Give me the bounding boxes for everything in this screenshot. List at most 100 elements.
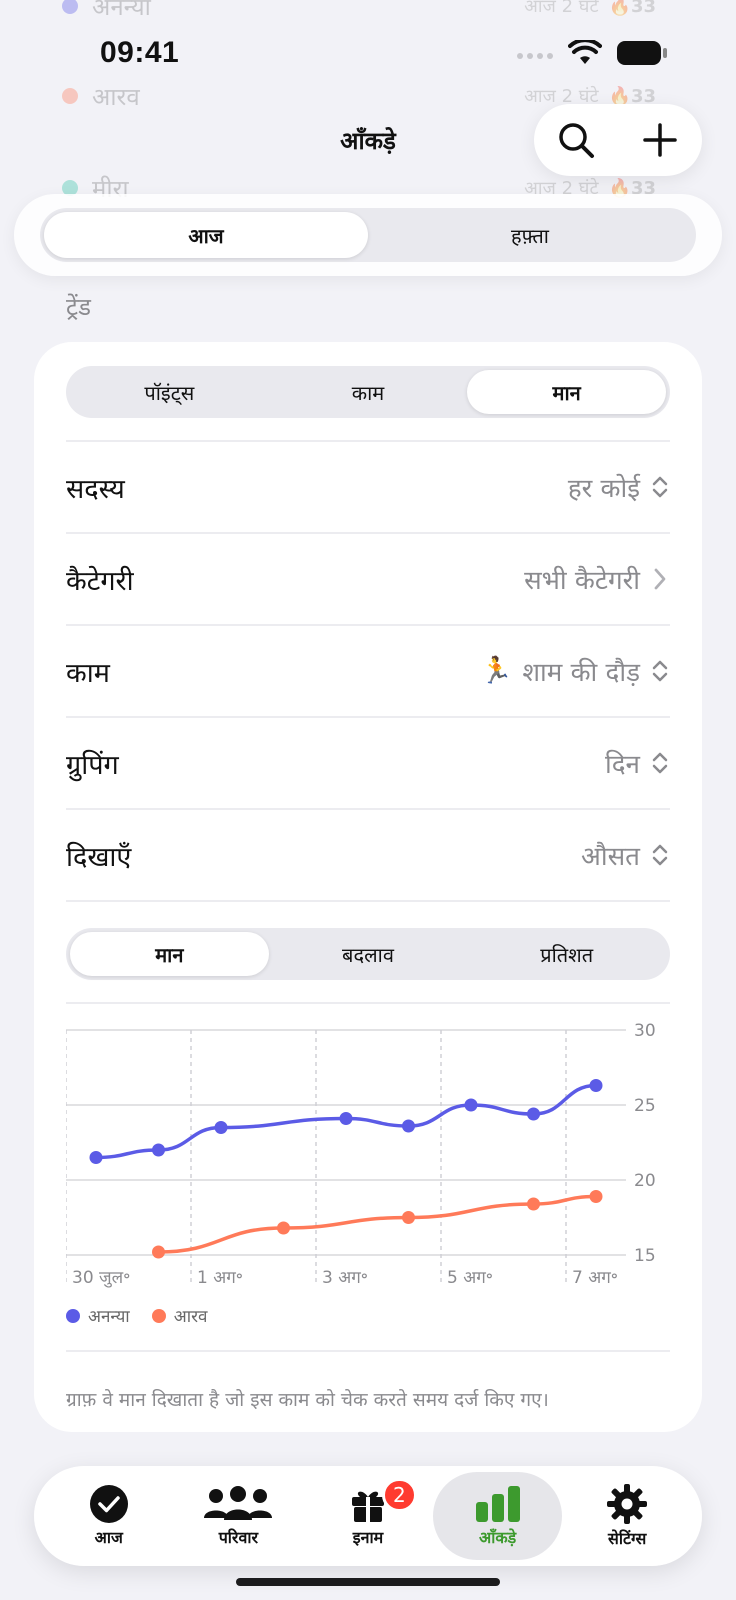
data-point: [402, 1211, 415, 1224]
tab-rewards[interactable]: इनाम 2: [303, 1472, 433, 1560]
legend-label: आरव: [173, 1307, 208, 1327]
legend-item: आरव: [151, 1304, 208, 1327]
divider: [66, 1350, 670, 1352]
x-tick-label: 3 अग॰: [322, 1268, 368, 1288]
period-tab-week[interactable]: हफ़्ता: [368, 212, 692, 258]
data-point: [402, 1119, 415, 1133]
y-tick-label: 15: [634, 1246, 656, 1266]
status-icons: [516, 40, 668, 66]
chart-footnote: ग्राफ़ वे मान दिखाता है जो इस काम को चेक…: [66, 1389, 549, 1411]
filter-row-category[interactable]: कैटेगरी सभी कैटेगरी: [66, 534, 670, 626]
legend-label: अनन्या: [88, 1307, 130, 1327]
data-point: [527, 1107, 540, 1121]
data-point: [152, 1143, 165, 1157]
tab-label: सेटिंग्स: [608, 1529, 647, 1548]
metric-tab-points[interactable]: पॉइंट्स: [70, 370, 269, 414]
search-icon: [559, 123, 594, 158]
filter-row-member[interactable]: सदस्य हर कोई: [66, 442, 670, 534]
trend-chart: 30 25 20 15 30 जुल॰ 1 अग॰ 3 अग॰ 5 अग॰ 7 अग॰ अनन्…: [65, 1002, 670, 1350]
metric-segmented-control: पॉइंट्स काम मान: [66, 366, 670, 418]
x-tick-label: 30 जुल॰: [72, 1268, 130, 1288]
task-value: शाम की दौड़: [522, 658, 640, 688]
legend-dot: [151, 1308, 166, 1323]
section-label-trend: ट्रेंड: [66, 293, 91, 321]
y-tick-label: 30: [634, 1021, 656, 1041]
data-point: [339, 1112, 353, 1125]
tab-today[interactable]: आज: [44, 1472, 174, 1560]
period-tab-today[interactable]: आज: [44, 212, 368, 258]
data-point: [89, 1151, 103, 1164]
filter-row-show[interactable]: दिखाएँ औसत: [66, 810, 670, 902]
search-button[interactable]: [546, 110, 606, 170]
filter-value: औसत: [581, 837, 670, 873]
line-chart: 30 25 20 15 30 जुल॰ 1 अग॰ 3 अग॰ 5 अग॰ 7 अग॰: [65, 1021, 656, 1288]
tab-label: इनाम: [352, 1528, 384, 1547]
filter-row-grouping[interactable]: ग्रुपिंग दिन: [66, 718, 670, 810]
data-point: [589, 1079, 603, 1092]
add-button[interactable]: [630, 110, 690, 170]
filter-value: 🏃 शाम की दौड़: [480, 653, 670, 689]
home-indicator: [236, 1578, 500, 1586]
chevron-up-down-icon: [650, 473, 670, 501]
period-segmented-control: आज हफ़्ता: [40, 208, 696, 262]
y-tick-label: 20: [634, 1171, 656, 1191]
filter-label: कैटेगरी: [66, 565, 134, 597]
data-point: [214, 1121, 228, 1134]
bar-chart-icon: [475, 1486, 520, 1522]
gear-icon: [607, 1484, 648, 1524]
tab-settings[interactable]: सेटिंग्स: [562, 1472, 692, 1560]
data-point: [277, 1221, 290, 1235]
trend-card: पॉइंट्स काम मान सदस्य हर कोई कैटेगरी सभी…: [34, 342, 702, 1432]
chevron-right-icon: [650, 565, 670, 593]
chevron-up-down-icon: [650, 657, 670, 685]
tab-stats[interactable]: आँकड़े: [432, 1472, 563, 1560]
runner-emoji-icon: 🏃: [479, 656, 513, 686]
plus-icon: [643, 123, 677, 157]
legend-item: अनन्या: [66, 1304, 130, 1327]
chart-mode-tab-value[interactable]: मान: [70, 932, 269, 976]
data-point: [589, 1190, 603, 1203]
battery-icon: [617, 41, 667, 65]
tab-family[interactable]: परिवार: [174, 1472, 304, 1560]
grouping-value: दिन: [605, 750, 640, 780]
filter-label: दिखाएँ: [66, 841, 132, 873]
data-point: [527, 1197, 540, 1211]
people-icon: [204, 1486, 273, 1520]
notification-badge: 2: [381, 1478, 417, 1512]
chart-mode-tab-percent[interactable]: प्रतिशत: [467, 932, 666, 976]
tab-label: आज: [94, 1528, 123, 1547]
cellular-signal-icon: [517, 53, 553, 59]
category-value: सभी कैटेगरी: [524, 566, 640, 596]
wifi-icon: [568, 40, 602, 64]
top-actions: [534, 104, 702, 176]
data-point: [464, 1098, 478, 1112]
member-value: हर कोई: [567, 474, 640, 504]
filter-row-task[interactable]: काम 🏃 शाम की दौड़: [66, 626, 670, 718]
filter-value: हर कोई: [568, 469, 670, 505]
x-tick-label: 1 अग॰: [197, 1268, 243, 1288]
status-time: 09:41: [100, 36, 180, 69]
y-tick-label: 25: [634, 1096, 656, 1116]
checkmark-circle-icon: [89, 1485, 128, 1523]
data-point: [152, 1245, 165, 1259]
chart-mode-tab-change[interactable]: बदलाव: [269, 932, 468, 976]
filter-label: काम: [66, 657, 110, 689]
chevron-up-down-icon: [650, 749, 670, 777]
metric-tab-value[interactable]: मान: [467, 370, 667, 414]
filter-label: सदस्य: [66, 473, 125, 505]
filter-label: ग्रुपिंग: [66, 749, 119, 781]
tab-label: आँकड़े: [478, 1528, 517, 1547]
tab-label: परिवार: [218, 1528, 259, 1547]
chart-mode-segmented-control: मान बदलाव प्रतिशत: [66, 928, 670, 980]
x-tick-label: 5 अग॰: [447, 1268, 493, 1288]
tab-bar: आज परिवार इनाम 2 आँकड़े सेटिंग्स: [34, 1466, 702, 1566]
period-selector: आज हफ़्ता: [14, 194, 722, 276]
chevron-up-down-icon: [650, 841, 670, 869]
status-bar: 09:41: [0, 0, 736, 100]
legend-dot: [66, 1308, 80, 1323]
filter-value: सभी कैटेगरी: [524, 561, 670, 597]
chart-legend: अनन्या आरव: [66, 1304, 207, 1327]
x-tick-label: 7 अग॰: [572, 1268, 618, 1288]
metric-tab-tasks[interactable]: काम: [269, 370, 468, 414]
filter-value: दिन: [605, 745, 670, 781]
